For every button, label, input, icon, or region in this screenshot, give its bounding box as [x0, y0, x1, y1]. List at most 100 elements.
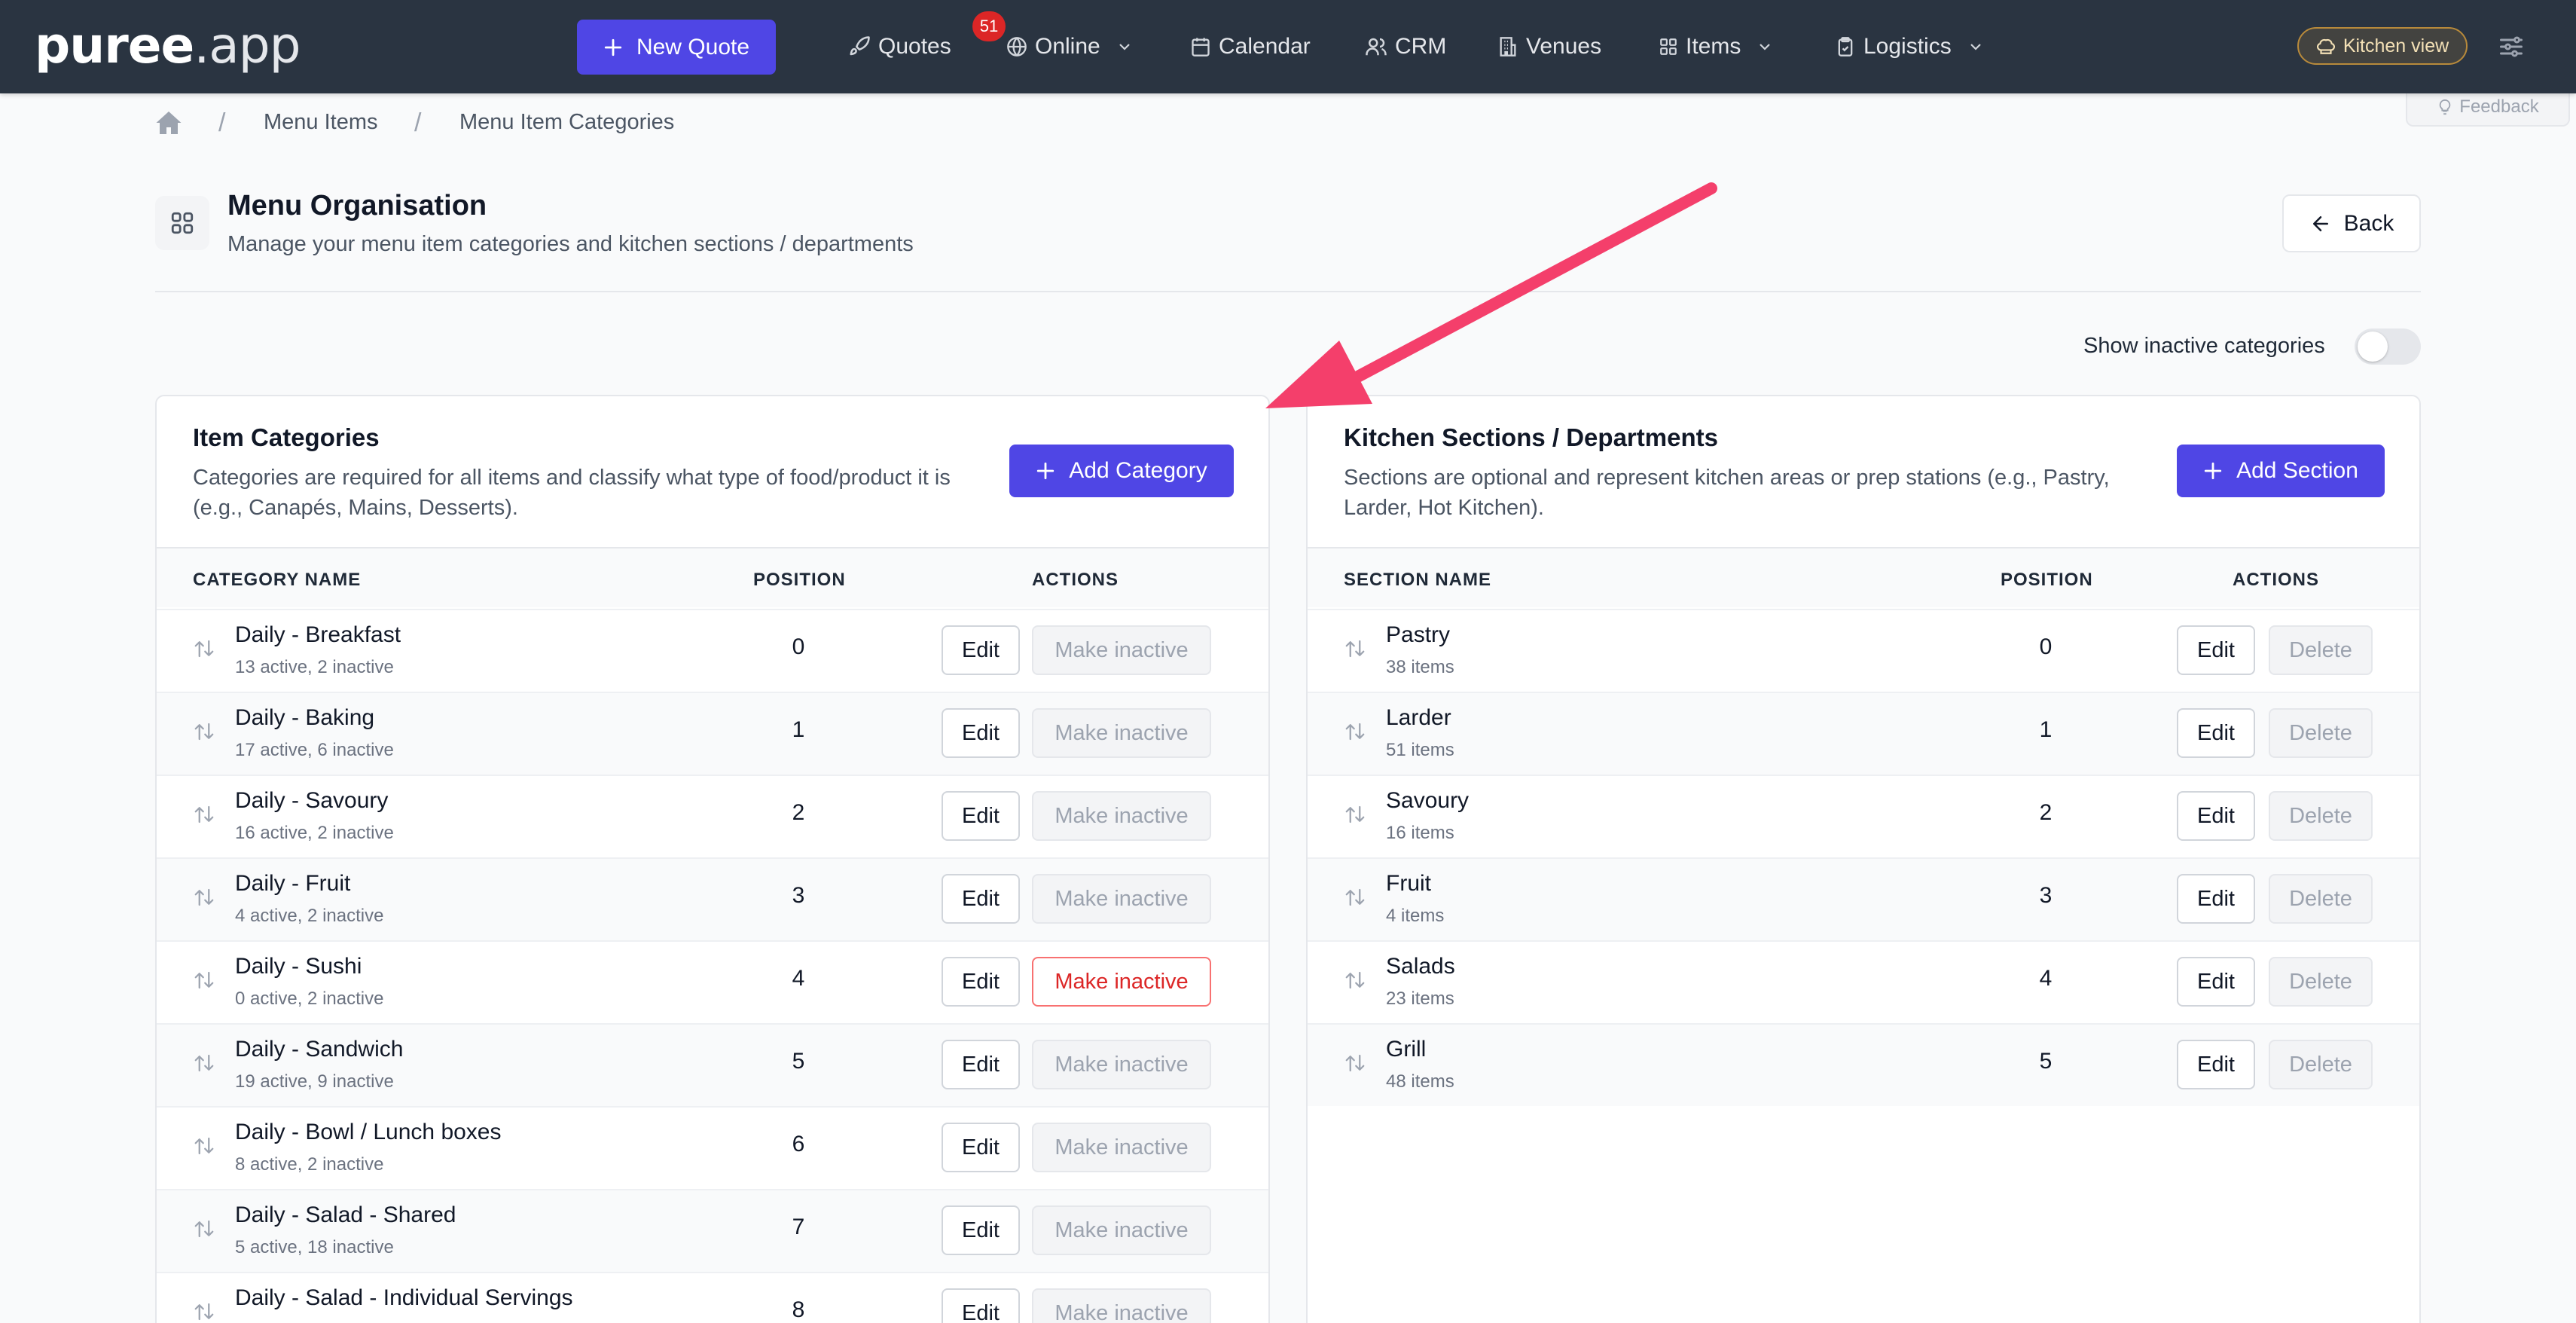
row-divider [157, 857, 1268, 859]
delete-button[interactable]: Delete [2269, 791, 2373, 841]
nav-crm[interactable]: CRM [1365, 0, 1446, 93]
delete-button[interactable]: Delete [2269, 874, 2373, 924]
column-section-name: SECTION NAME [1344, 570, 1492, 590]
edit-button[interactable]: Edit [942, 957, 1020, 1007]
edit-button[interactable]: Edit [942, 625, 1020, 675]
edit-button[interactable]: Edit [942, 874, 1020, 924]
section-name: Salads [1386, 954, 1455, 979]
delete-button[interactable]: Delete [2269, 957, 2373, 1007]
nav-venues[interactable]: Venues [1497, 0, 1601, 93]
lightbulb-icon [2437, 99, 2453, 115]
breadcrumb-separator: / [218, 108, 226, 137]
add-category-button[interactable]: Add Category [1009, 445, 1234, 497]
drag-handle-icon[interactable] [193, 720, 215, 743]
show-inactive-label: Show inactive categories [2083, 334, 2325, 358]
column-actions: ACTIONS [2233, 570, 2319, 590]
category-position: 6 [792, 1132, 805, 1156]
show-inactive-toggle[interactable] [2355, 328, 2421, 365]
column-position: POSITION [753, 570, 846, 590]
sections-description: Sections are optional and represent kitc… [1344, 463, 2110, 523]
nav-calendar[interactable]: Calendar [1190, 0, 1311, 93]
calendar-icon [1190, 36, 1211, 57]
drag-handle-icon[interactable] [1344, 969, 1366, 991]
drag-handle-icon[interactable] [1344, 720, 1366, 743]
add-category-label: Add Category [1069, 458, 1207, 483]
make-inactive-button[interactable]: Make inactive [1032, 1288, 1211, 1323]
make-inactive-button[interactable]: Make inactive [1032, 625, 1211, 675]
edit-button[interactable]: Edit [2177, 874, 2255, 924]
section-item-count: 51 items [1386, 740, 1454, 760]
home-icon[interactable] [155, 110, 182, 136]
edit-button[interactable]: Edit [2177, 625, 2255, 675]
edit-button[interactable]: Edit [942, 791, 1020, 841]
delete-button[interactable]: Delete [2269, 708, 2373, 758]
drag-handle-icon[interactable] [193, 1135, 215, 1157]
building-icon [1497, 36, 1518, 57]
grid-icon [1659, 37, 1678, 57]
make-inactive-button[interactable]: Make inactive [1032, 1205, 1211, 1255]
category-name: Daily - Fruit [235, 871, 351, 896]
make-inactive-button[interactable]: Make inactive [1032, 1040, 1211, 1089]
section-item-count: 23 items [1386, 988, 1454, 1009]
add-section-button[interactable]: Add Section [2177, 445, 2385, 497]
row-divider [1308, 609, 2419, 610]
nav-items-label: Items [1686, 34, 1741, 59]
item-categories-panel: Item Categories Categories are required … [155, 395, 1270, 1323]
table-row: Daily - Sandwich 19 active, 9 inactive 5 Ed… [157, 1023, 1268, 1106]
page-subtitle: Manage your menu item categories and kit… [227, 232, 914, 256]
chevron-down-icon [1756, 38, 1774, 56]
users-icon [1365, 35, 1387, 58]
delete-button[interactable]: Delete [2269, 1040, 2373, 1089]
drag-handle-icon[interactable] [1344, 886, 1366, 909]
edit-button[interactable]: Edit [942, 708, 1020, 758]
delete-button[interactable]: Delete [2269, 625, 2373, 675]
section-name: Grill [1386, 1037, 1427, 1062]
make-inactive-button[interactable]: Make inactive [1032, 874, 1211, 924]
nav-quotes-label: Quotes [878, 34, 951, 59]
nav-online[interactable]: Online [1006, 0, 1134, 93]
logo-text-bold: puree [35, 17, 194, 75]
app-logo[interactable]: puree.app [35, 17, 301, 75]
edit-button[interactable]: Edit [942, 1123, 1020, 1172]
new-quote-button[interactable]: New Quote [577, 20, 776, 75]
drag-handle-icon[interactable] [193, 637, 215, 660]
drag-handle-icon[interactable] [193, 1300, 215, 1323]
section-item-count: 38 items [1386, 657, 1454, 677]
back-label: Back [2343, 210, 2394, 236]
feedback-button[interactable]: Feedback [2406, 89, 2570, 127]
drag-handle-icon[interactable] [1344, 637, 1366, 660]
column-position: POSITION [2001, 570, 2093, 590]
drag-handle-icon[interactable] [1344, 803, 1366, 826]
drag-handle-icon[interactable] [193, 1218, 215, 1240]
drag-handle-icon[interactable] [193, 886, 215, 909]
back-button[interactable]: Back [2282, 194, 2421, 252]
drag-handle-icon[interactable] [193, 969, 215, 991]
edit-button[interactable]: Edit [942, 1288, 1020, 1323]
table-row: Daily - Salad - Individual Servings 8 Edit… [157, 1272, 1268, 1323]
edit-button[interactable]: Edit [942, 1040, 1020, 1089]
column-actions: ACTIONS [1032, 570, 1119, 590]
category-item-counts: 13 active, 2 inactive [235, 657, 394, 677]
drag-handle-icon[interactable] [1344, 1052, 1366, 1074]
drag-handle-icon[interactable] [193, 1052, 215, 1074]
make-inactive-button[interactable]: Make inactive [1032, 1123, 1211, 1172]
nav-quotes[interactable]: Quotes [848, 0, 951, 93]
make-inactive-button[interactable]: Make inactive [1032, 791, 1211, 841]
kitchen-view-button[interactable]: Kitchen view [2297, 27, 2468, 65]
edit-button[interactable]: Edit [2177, 957, 2255, 1007]
category-name: Daily - Breakfast [235, 622, 401, 647]
edit-button[interactable]: Edit [2177, 791, 2255, 841]
make-inactive-button[interactable]: Make inactive [1032, 957, 1211, 1007]
nav-items[interactable]: Items [1659, 0, 1774, 93]
drag-handle-icon[interactable] [193, 803, 215, 826]
edit-button[interactable]: Edit [2177, 708, 2255, 758]
edit-button[interactable]: Edit [942, 1205, 1020, 1255]
category-position: 5 [792, 1049, 805, 1074]
sliders-icon[interactable] [2498, 33, 2525, 60]
table-row: Larder 51 items 1 Edit Delete [1308, 692, 2419, 775]
breadcrumb-menu-items[interactable]: Menu Items [264, 110, 378, 135]
edit-button[interactable]: Edit [2177, 1040, 2255, 1089]
nav-logistics[interactable]: Logistics [1835, 0, 1985, 93]
make-inactive-button[interactable]: Make inactive [1032, 708, 1211, 758]
row-divider [157, 1272, 1268, 1273]
